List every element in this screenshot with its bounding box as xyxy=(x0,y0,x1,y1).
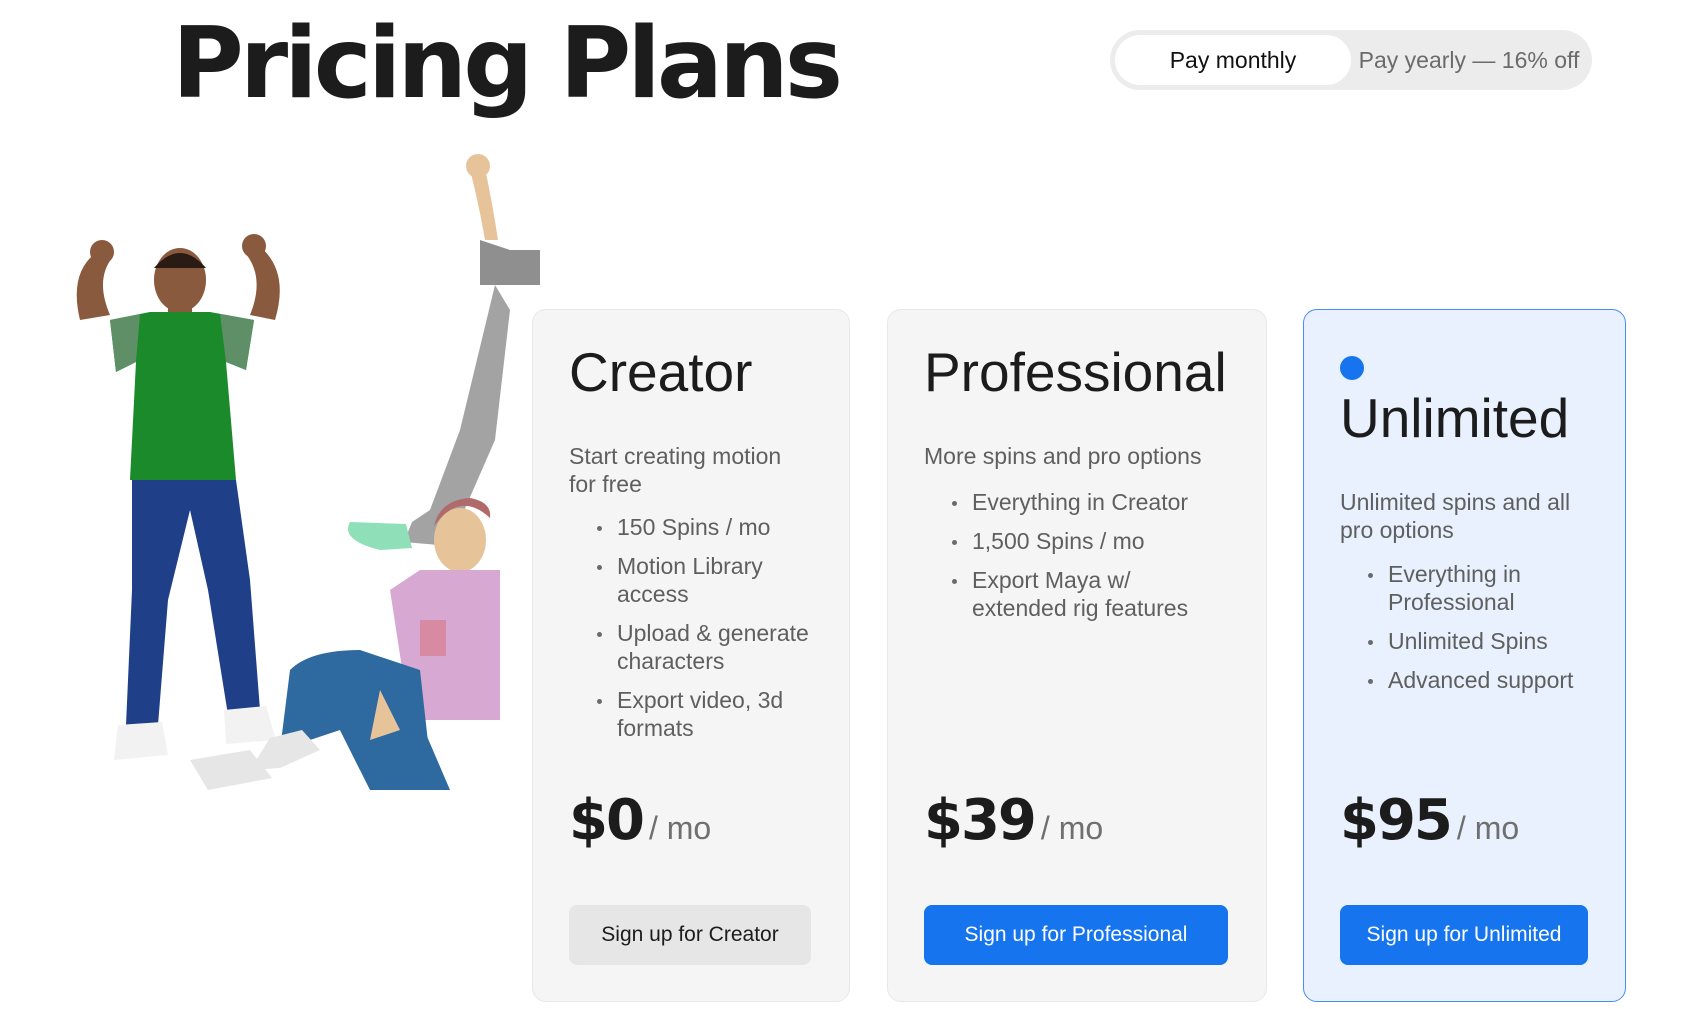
sign-up-creator-button[interactable]: Sign up for Creator xyxy=(569,905,811,965)
feature-item: Everything in Professional xyxy=(1368,560,1608,616)
plan-name: Professional xyxy=(924,341,1227,403)
feature-item: 150 Spins / mo xyxy=(597,513,832,541)
feature-item: Advanced support xyxy=(1368,666,1608,694)
characters-illustration xyxy=(76,154,540,790)
feature-item: Upload & generate characters xyxy=(597,619,832,675)
highlight-dot-icon xyxy=(1340,356,1364,380)
feature-item: Export video, 3d formats xyxy=(597,686,832,742)
price-period: / mo xyxy=(1456,810,1520,846)
price-amount: $0 xyxy=(569,788,645,853)
feature-item: Motion Library access xyxy=(597,552,832,608)
feature-item: Everything in Creator xyxy=(952,488,1222,516)
plan-card-professional: Professional More spins and pro options … xyxy=(887,309,1267,1002)
page-title: Pricing Plans xyxy=(172,7,843,121)
price-period: / mo xyxy=(1040,810,1104,846)
plan-features: 150 Spins / mo Motion Library access Upl… xyxy=(597,513,832,753)
plan-features: Everything in Creator 1,500 Spins / mo E… xyxy=(952,488,1222,633)
plan-features: Everything in Professional Unlimited Spi… xyxy=(1368,560,1608,705)
price-amount: $39 xyxy=(924,788,1037,853)
plan-description: More spins and pro options xyxy=(924,443,1202,469)
plan-card-unlimited: Unlimited Unlimited spins and all pro op… xyxy=(1303,309,1626,1002)
plan-price: $0/ mo xyxy=(569,788,711,853)
feature-item: Export Maya w/ extended rig features xyxy=(952,566,1222,622)
billing-toggle[interactable]: Pay monthly Pay yearly — 16% off xyxy=(1110,30,1592,90)
price-period: / mo xyxy=(648,810,712,846)
plan-price: $95/ mo xyxy=(1340,788,1519,853)
price-amount: $95 xyxy=(1340,788,1453,853)
plan-name: Creator xyxy=(569,341,753,403)
pay-monthly-option[interactable]: Pay monthly xyxy=(1115,35,1351,85)
pay-yearly-option[interactable]: Pay yearly — 16% off xyxy=(1351,35,1587,85)
plan-card-creator: Creator Start creating motion for free 1… xyxy=(532,309,850,1002)
waving-character xyxy=(348,154,540,550)
plan-name: Unlimited xyxy=(1340,387,1570,449)
plan-price: $39/ mo xyxy=(924,788,1103,853)
feature-item: 1,500 Spins / mo xyxy=(952,527,1222,555)
feature-item: Unlimited Spins xyxy=(1368,627,1608,655)
plan-description: Start creating motion for free xyxy=(569,443,782,497)
sign-up-professional-button[interactable]: Sign up for Professional xyxy=(924,905,1228,965)
sign-up-unlimited-button[interactable]: Sign up for Unlimited xyxy=(1340,905,1588,965)
plan-description: Unlimited spins and all pro options xyxy=(1340,489,1571,543)
flexing-character xyxy=(76,234,280,760)
